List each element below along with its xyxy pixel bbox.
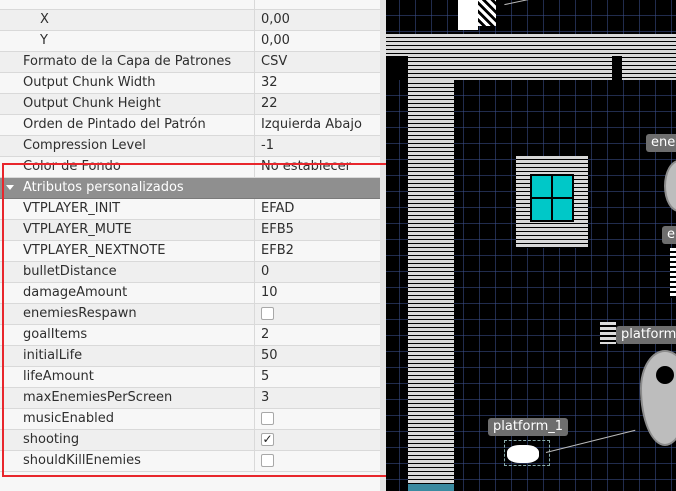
enemy-label: ene (646, 134, 676, 152)
top-sprite[interactable] (456, 0, 502, 32)
property-name: VTPLAYER_NEXTNOTE (0, 241, 255, 261)
property-row[interactable]: goalItems 2 (0, 325, 380, 346)
top-pointer-line (504, 0, 544, 6)
property-row[interactable]: lifeAmount 5 (0, 367, 380, 388)
property-row[interactable] (0, 0, 380, 10)
property-checkbox[interactable]: ✓ (261, 433, 274, 446)
property-checkbox[interactable] (261, 454, 274, 467)
property-row[interactable]: Y 0,00 (0, 31, 380, 52)
platform-pin-hole (656, 366, 674, 384)
property-value[interactable]: CSV (256, 52, 380, 72)
property-row[interactable]: VTPLAYER_MUTE EFB5 (0, 220, 380, 241)
property-value[interactable]: EFAD (256, 199, 380, 219)
property-name: shooting (0, 430, 255, 450)
property-checkbox[interactable] (261, 307, 274, 320)
property-value[interactable]: 22 (256, 94, 380, 114)
brick-row-top (386, 34, 676, 80)
property-row[interactable]: Formato de la Capa de Patrones CSV (0, 52, 380, 73)
property-value[interactable]: 0,00 (256, 31, 380, 51)
property-row[interactable]: VTPLAYER_NEXTNOTE EFB2 (0, 241, 380, 262)
platform-label: platform (616, 326, 676, 344)
property-row[interactable]: Orden de Pintado del Patrón Izquierda Aba… (0, 115, 380, 136)
property-name: shouldKillEnemies (0, 451, 255, 471)
property-row[interactable]: maxEnemiesPerScreen 3 (0, 388, 380, 409)
property-value[interactable]: No establecer (256, 157, 380, 177)
property-row[interactable]: X 0,00 (0, 10, 380, 31)
platform-1-object[interactable] (504, 440, 550, 466)
property-value[interactable]: 0 (256, 262, 380, 282)
brick-gap-right (612, 56, 622, 80)
property-name: maxEnemiesPerScreen (0, 388, 255, 408)
property-value[interactable]: 10 (256, 283, 380, 303)
brick-gap-left (386, 56, 408, 80)
property-value[interactable]: EFB5 (256, 220, 380, 240)
map-canvas[interactable]: ene e platform platform_1 (386, 0, 676, 491)
property-name: initialLife (0, 346, 255, 366)
property-name: Y (0, 31, 255, 51)
castle-window (516, 156, 588, 248)
e-label: e (662, 226, 676, 244)
property-checkbox[interactable] (261, 412, 274, 425)
bottom-tile (408, 484, 454, 491)
platform-small-sprite[interactable] (600, 322, 616, 344)
property-row[interactable]: Output Chunk Width 32 (0, 73, 380, 94)
property-row[interactable]: musicEnabled (0, 409, 380, 430)
property-name: musicEnabled (0, 409, 255, 429)
property-name: VTPLAYER_INIT (0, 199, 255, 219)
property-value[interactable]: 50 (256, 346, 380, 366)
property-name: goalItems (0, 325, 255, 345)
property-value[interactable] (256, 0, 380, 9)
property-row[interactable]: enemiesRespawn (0, 304, 380, 325)
property-row[interactable]: VTPLAYER_INIT EFAD (0, 199, 380, 220)
property-name: Output Chunk Height (0, 94, 255, 114)
group-label: Atributos personalizados (23, 180, 184, 195)
property-name: damageAmount (0, 283, 255, 303)
property-row[interactable]: Compression Level -1 (0, 136, 380, 157)
brick-column-left (408, 80, 454, 491)
property-value[interactable]: 32 (256, 73, 380, 93)
property-name: Color de Fondo (0, 157, 255, 177)
property-name: Compression Level (0, 136, 255, 156)
platform-pin[interactable] (640, 350, 676, 446)
property-name: Output Chunk Width (0, 73, 255, 93)
custom-attributes-group-header[interactable]: Atributos personalizados (0, 178, 380, 199)
property-name: enemiesRespawn (0, 304, 255, 324)
property-name: X (0, 10, 255, 30)
properties-panel: X 0,00 Y 0,00 Formato de la Capa de Patrones… (0, 0, 380, 491)
property-name: bulletDistance (0, 262, 255, 282)
window-glass (530, 174, 574, 222)
property-row[interactable]: damageAmount 10 (0, 283, 380, 304)
platform-1-label: platform_1 (488, 418, 569, 436)
property-value[interactable]: 0,00 (256, 10, 380, 30)
property-name: Orden de Pintado del Patrón (0, 115, 255, 135)
property-row[interactable]: Color de Fondo No establecer (0, 157, 380, 178)
property-name: Formato de la Capa de Patrones (0, 52, 255, 72)
property-row[interactable]: initialLife 50 (0, 346, 380, 367)
property-row[interactable]: shooting ✓ (0, 430, 380, 451)
property-row[interactable]: Output Chunk Height 22 (0, 94, 380, 115)
property-value[interactable]: 2 (256, 325, 380, 345)
property-value[interactable]: Izquierda Abajo (256, 115, 380, 135)
property-name: lifeAmount (0, 367, 255, 387)
property-name: VTPLAYER_MUTE (0, 220, 255, 240)
enemy-pin[interactable] (664, 160, 676, 212)
right-small-sprite[interactable] (670, 248, 676, 298)
property-value[interactable]: 3 (256, 388, 380, 408)
property-value[interactable]: EFB2 (256, 241, 380, 261)
property-name (0, 0, 255, 9)
property-row[interactable]: bulletDistance 0 (0, 262, 380, 283)
property-value[interactable]: 5 (256, 367, 380, 387)
property-row[interactable]: shouldKillEnemies (0, 451, 380, 472)
property-value[interactable]: -1 (256, 136, 380, 156)
